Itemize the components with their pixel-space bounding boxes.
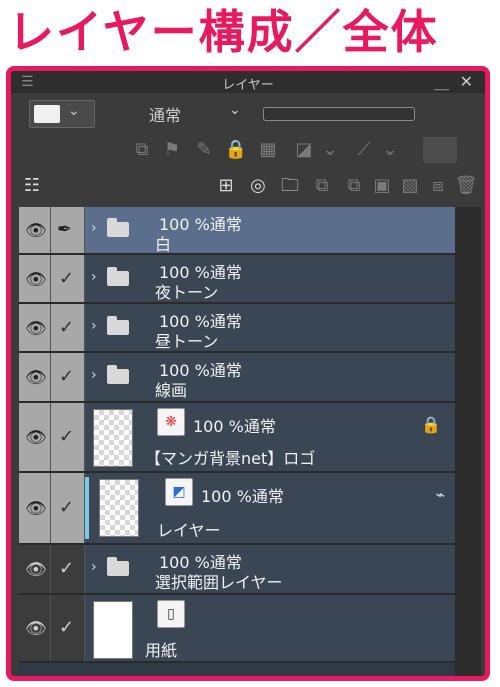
chevron-down-icon[interactable]: ⌄ xyxy=(377,138,403,162)
panel-title: レイヤー xyxy=(222,78,274,93)
eye-icon[interactable]: 👁 xyxy=(25,560,47,580)
mask-add-icon[interactable]: ▣ xyxy=(369,174,395,198)
layer-list: 👁 ✒ › 100 %通常 白 👁 ✓ › 100 %通常 夜トーン 👁 ✓ ›… xyxy=(19,207,455,676)
reference-layer-icon[interactable]: ⚑ xyxy=(159,138,185,162)
layer-name: 【マンガ背景net】ロゴ xyxy=(145,449,316,468)
check-icon[interactable]: ✓ xyxy=(59,617,74,638)
layer-row[interactable]: 👁 ✓ ◩ 100 %通常 レイヤー ⌁ xyxy=(19,473,455,545)
check-icon[interactable]: ✓ xyxy=(59,268,74,289)
scrollbar[interactable] xyxy=(455,207,481,676)
layer-row[interactable]: 👁 ✓ › 100 %通常 夜トーン xyxy=(19,255,455,304)
layer-list-icon[interactable]: ☷ xyxy=(19,174,45,198)
new-vector-layer-icon[interactable]: ◎ xyxy=(245,174,271,198)
layer-row[interactable]: 👁 ✒ › 100 %通常 白 xyxy=(19,207,455,255)
active-layer-indicator xyxy=(85,477,89,539)
opacity-slider[interactable] xyxy=(263,107,415,121)
chevron-down-icon: ⌄ xyxy=(229,102,241,118)
lock-transparent-icon[interactable]: ▦ xyxy=(255,138,281,162)
check-icon[interactable]: ✓ xyxy=(59,317,74,338)
blend-mode-select[interactable]: 通常 ⌄ xyxy=(129,102,251,125)
layer-property-bar: ⌄ 通常 ⌄ xyxy=(11,93,485,131)
eye-icon[interactable]: 👁 xyxy=(25,619,47,639)
layer-action-toolbar: ☷ ⊞ ◎ 🗀 ⧉ ⧉ ▣ ▧ ⧈ 🗑 xyxy=(11,169,485,203)
image-material-icon: ❋ xyxy=(157,408,185,436)
eye-icon[interactable]: 👁 xyxy=(25,368,47,388)
check-icon[interactable]: ✓ xyxy=(59,497,74,518)
expand-arrow-icon[interactable]: › xyxy=(91,367,97,383)
trash-icon[interactable]: 🗑 xyxy=(453,174,479,198)
close-icon[interactable]: ✕ xyxy=(460,72,473,91)
layer-color-picker[interactable]: ⌄ xyxy=(29,100,95,128)
paper-thumbnail xyxy=(93,601,133,659)
layer-name: 線画 xyxy=(155,381,188,400)
eye-icon[interactable]: 👁 xyxy=(25,270,47,290)
color-swatch xyxy=(34,105,60,123)
layer-name: 昼トーン xyxy=(155,332,219,351)
expand-arrow-icon[interactable]: › xyxy=(91,269,97,285)
reference-icon: ⌁ xyxy=(435,485,445,504)
check-icon[interactable]: ✓ xyxy=(59,366,74,387)
layer-thumbnail xyxy=(93,409,133,467)
check-icon[interactable]: ✓ xyxy=(59,558,74,579)
layer-opacity-mode: 100 %通常 xyxy=(201,487,284,506)
expand-arrow-icon[interactable]: › xyxy=(91,318,97,334)
blend-mode-value: 通常 xyxy=(149,106,182,125)
layer-row[interactable]: 👁 ✓ ▯ 用紙 xyxy=(19,595,455,663)
layer-thumbnail xyxy=(99,479,139,537)
clip-icon[interactable]: ⧉ xyxy=(129,138,155,162)
layer-name: 用紙 xyxy=(145,641,178,660)
layer-row[interactable]: 👁 ✓ › 100 %通常 選択範囲レイヤー xyxy=(19,545,455,595)
new-folder-icon[interactable]: 🗀 xyxy=(277,174,303,198)
mask-delete-icon[interactable]: ⧈ xyxy=(425,174,451,198)
folder-icon xyxy=(107,557,129,576)
layer-name: 白 xyxy=(155,235,172,254)
draft-layer-icon[interactable]: ✎ xyxy=(191,138,217,162)
layer-opacity-mode: 100 %通常 xyxy=(159,215,242,234)
folder-icon xyxy=(107,365,129,384)
layer-opacity-mode: 100 %通常 xyxy=(193,417,276,436)
folder-icon xyxy=(107,218,129,237)
layer-name: 選択範囲レイヤー xyxy=(155,573,283,592)
paper-icon: ▯ xyxy=(157,600,185,628)
layer-row[interactable]: 👁 ✓ › 100 %通常 昼トーン xyxy=(19,304,455,353)
chevron-down-icon[interactable]: ⌄ xyxy=(317,138,343,162)
eye-icon[interactable]: 👁 xyxy=(25,319,47,339)
expand-arrow-icon[interactable]: › xyxy=(91,559,97,575)
lock-icon: 🔒 xyxy=(421,415,441,434)
new-raster-layer-icon[interactable]: ⊞ xyxy=(213,174,239,198)
pen-icon[interactable]: ✒ xyxy=(57,219,72,240)
expand-arrow-icon[interactable]: › xyxy=(91,220,97,236)
ruler-icon[interactable]: ⟋ xyxy=(351,138,377,162)
layer-row[interactable]: 👁 ✓ › 100 %通常 線画 xyxy=(19,353,455,403)
folder-icon xyxy=(107,266,129,286)
eye-icon[interactable]: 👁 xyxy=(25,499,47,519)
layer-row[interactable]: 👁 ✓ ❋ 100 %通常 【マンガ背景net】ロゴ 🔒 xyxy=(19,403,455,473)
mask-icon[interactable]: ◪ xyxy=(291,138,317,162)
eye-icon[interactable]: 👁 xyxy=(25,428,47,448)
layer-color-box[interactable] xyxy=(423,137,457,163)
chevron-down-icon: ⌄ xyxy=(68,103,80,119)
layer-option-toolbar: ⧉ ⚑ ✎ 🔒 ▦ ◪ ⌄ ⟋ ⌄ xyxy=(11,133,485,167)
folder-icon xyxy=(107,315,129,335)
check-icon[interactable]: ✓ xyxy=(59,426,74,447)
raster-layer-icon: ◩ xyxy=(165,478,193,506)
layer-name: 夜トーン xyxy=(155,283,219,302)
panel-titlebar: ☰ レイヤー ＿ ✕ xyxy=(11,71,485,93)
minimize-icon[interactable]: ＿ xyxy=(434,72,449,93)
mask-apply-icon[interactable]: ▧ xyxy=(397,174,423,198)
page-heading: レイヤー構成／全体 xyxy=(8,5,439,59)
layer-panel: ☰ レイヤー ＿ ✕ ⌄ 通常 ⌄ ⧉ ⚑ ✎ 🔒 ▦ ◪ ⌄ ⟋ ⌄ ☷ ⊞ … xyxy=(6,66,490,681)
transfer-down-icon[interactable]: ⧉ xyxy=(309,174,335,198)
lock-icon[interactable]: 🔒 xyxy=(223,138,249,162)
merge-down-icon[interactable]: ⧉ xyxy=(341,174,367,198)
eye-icon[interactable]: 👁 xyxy=(25,221,47,241)
layer-name: レイヤー xyxy=(157,521,221,540)
